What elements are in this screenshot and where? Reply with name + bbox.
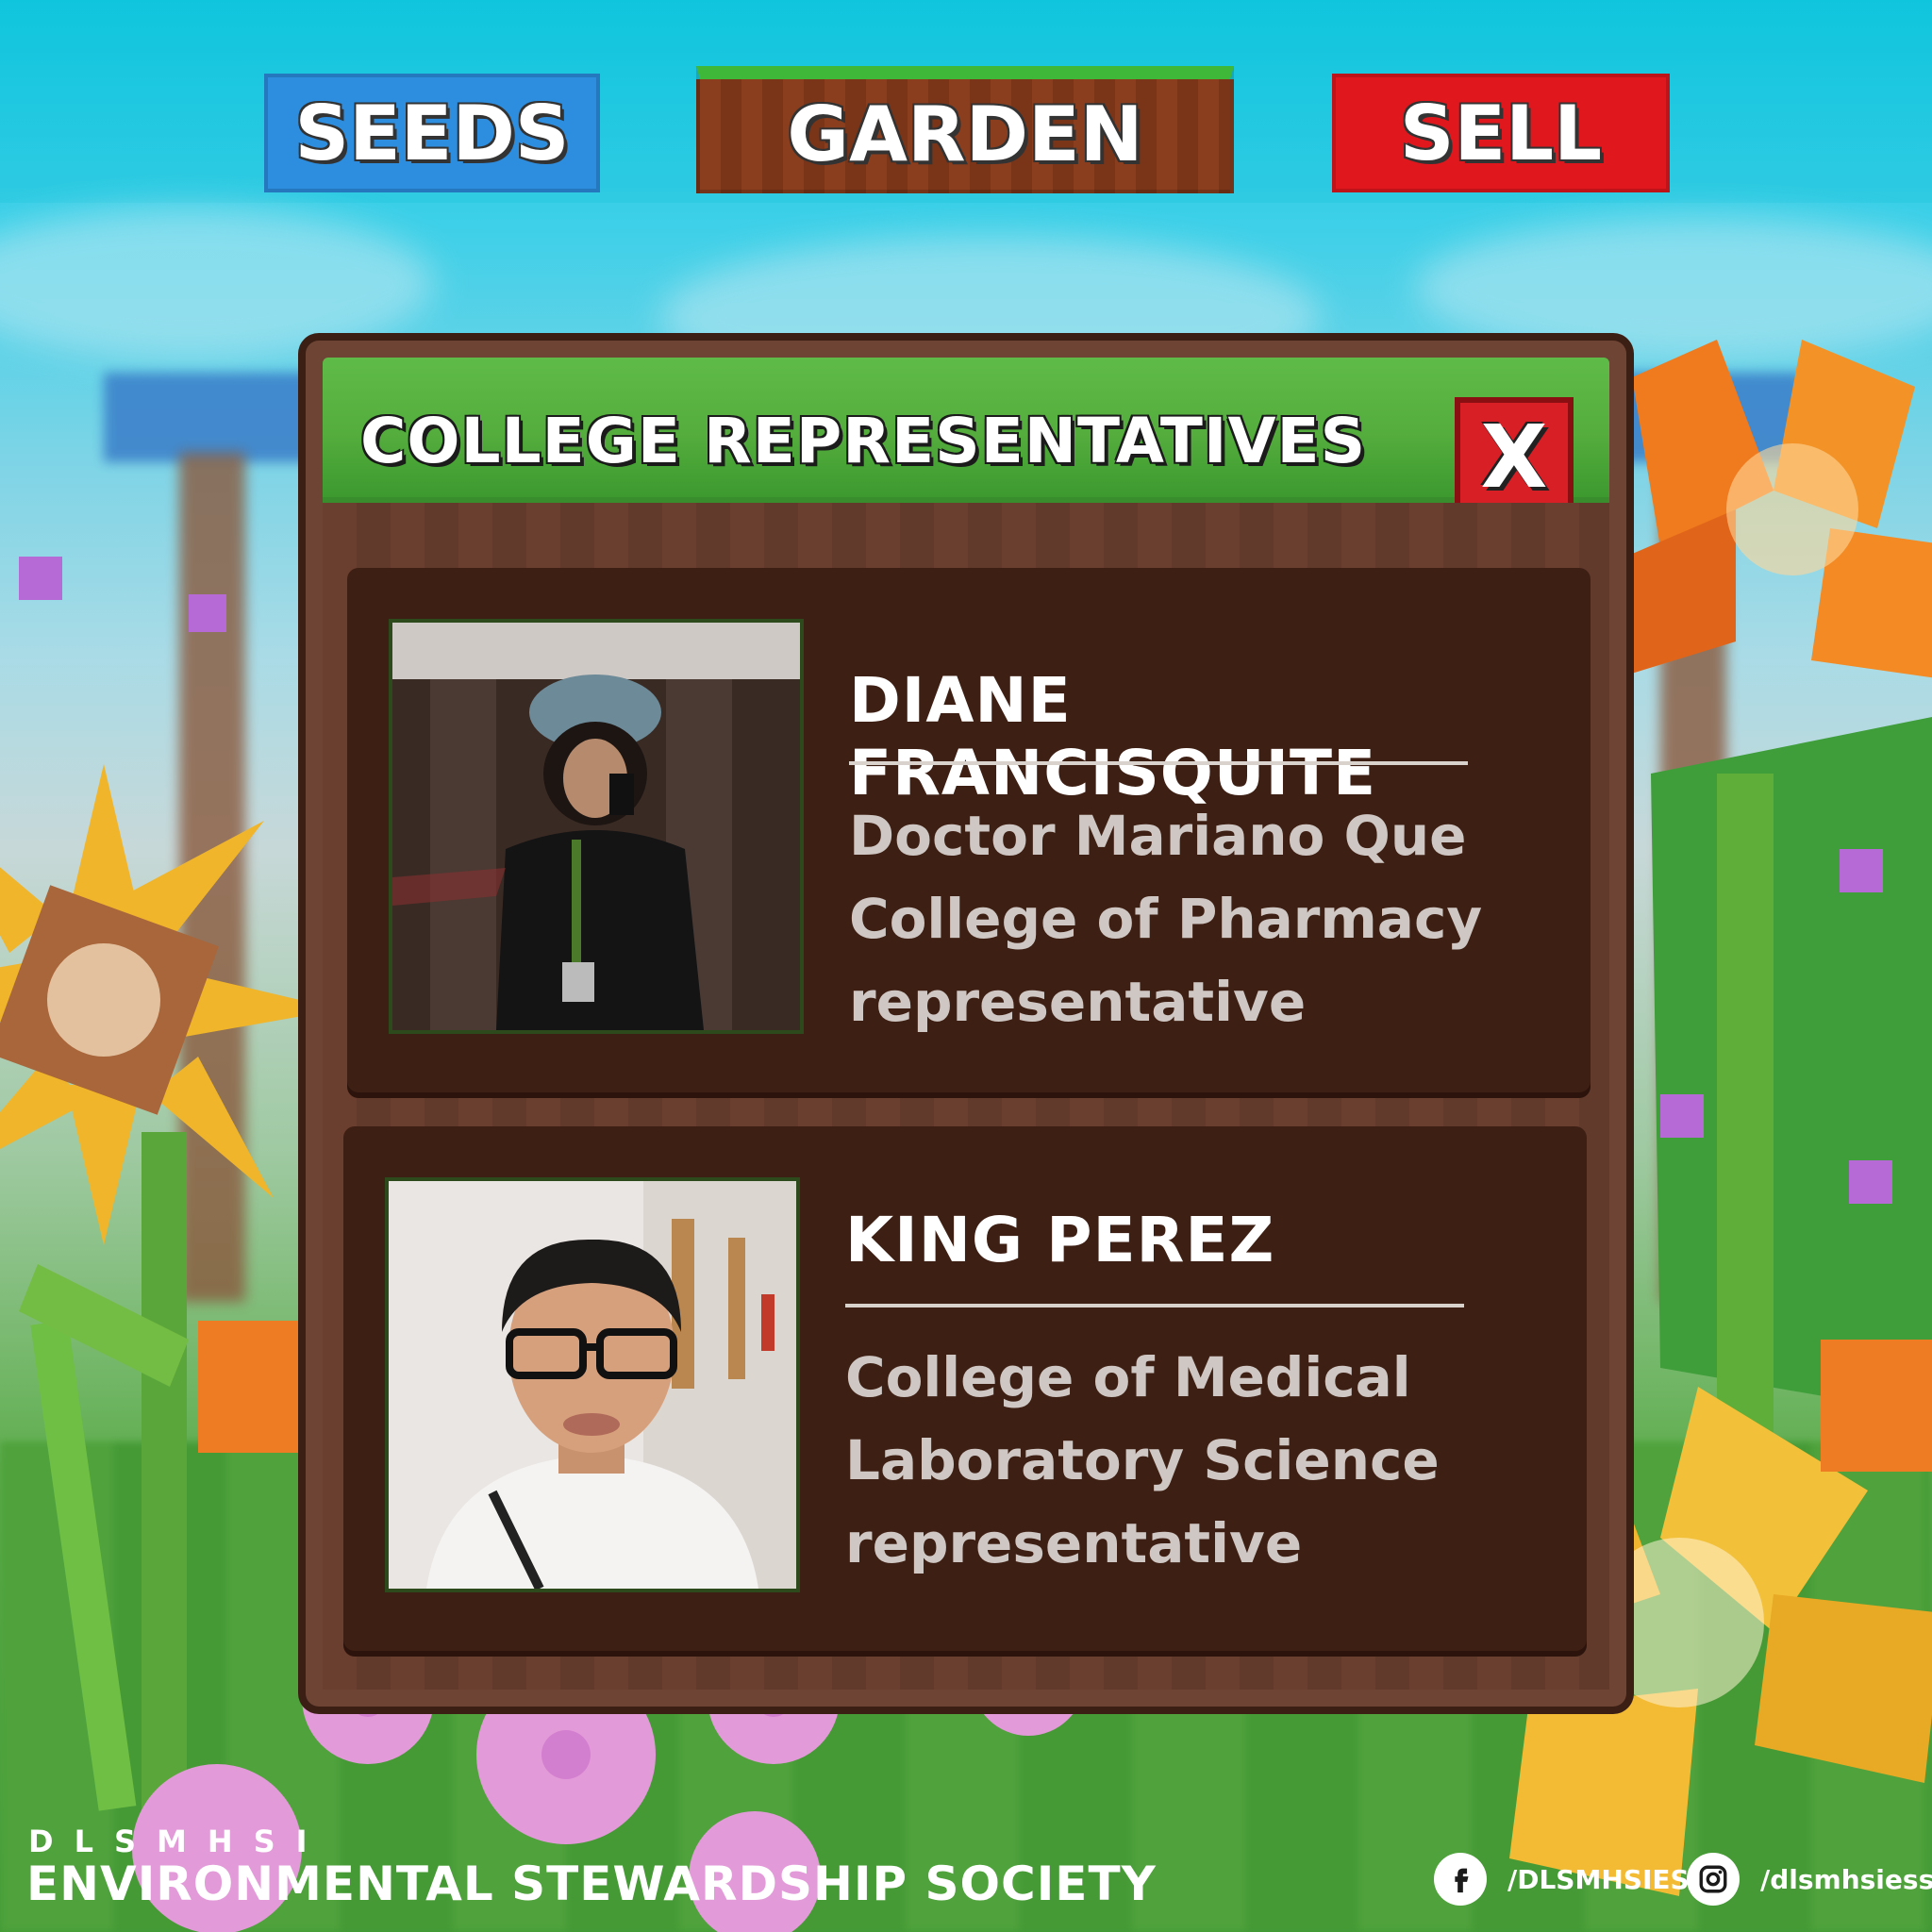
facebook-handle: /DLSMHSIESS [1507,1863,1707,1895]
instagram-handle: /dlsmhsiess [1760,1863,1932,1895]
divider [849,761,1468,765]
instagram-icon [1687,1853,1740,1906]
facebook-icon [1434,1853,1487,1906]
org-name: ENVIRONMENTAL STEWARDSHIP SOCIETY [26,1857,1157,1911]
divider [845,1304,1464,1307]
dialog-header: COLLEGE REPRESENTATIVES X [323,358,1609,516]
representative-photo [385,1177,800,1592]
garden-tab[interactable]: GARDEN [696,66,1234,193]
org-acronym: DLSMHSI [28,1824,328,1859]
representative-name: DIANE FRANCISQUITE [849,664,1377,809]
representative-photo [389,619,804,1034]
seeds-tab[interactable]: SEEDS [264,74,600,192]
sell-tab[interactable]: SELL [1332,74,1670,192]
representative-role: College of Medical Laboratory Science re… [845,1345,1440,1575]
representative-role: Doctor Mariano Que College of Pharmacy r… [849,804,1483,1034]
dialog-title: COLLEGE REPRESENTATIVES [360,405,1367,477]
representative-card: DIANE FRANCISQUITE Doctor Mariano Que Co… [347,568,1591,1092]
instagram-link[interactable]: /dlsmhsiess [1687,1853,1932,1906]
facebook-link[interactable]: /DLSMHSIESS [1434,1853,1707,1906]
close-button[interactable]: X [1455,397,1574,516]
representative-card: KING PEREZ College of Medical Laboratory… [343,1126,1587,1651]
photo-placeholder [392,623,800,1030]
representative-name: KING PEREZ [845,1204,1275,1276]
photo-placeholder [389,1181,796,1589]
